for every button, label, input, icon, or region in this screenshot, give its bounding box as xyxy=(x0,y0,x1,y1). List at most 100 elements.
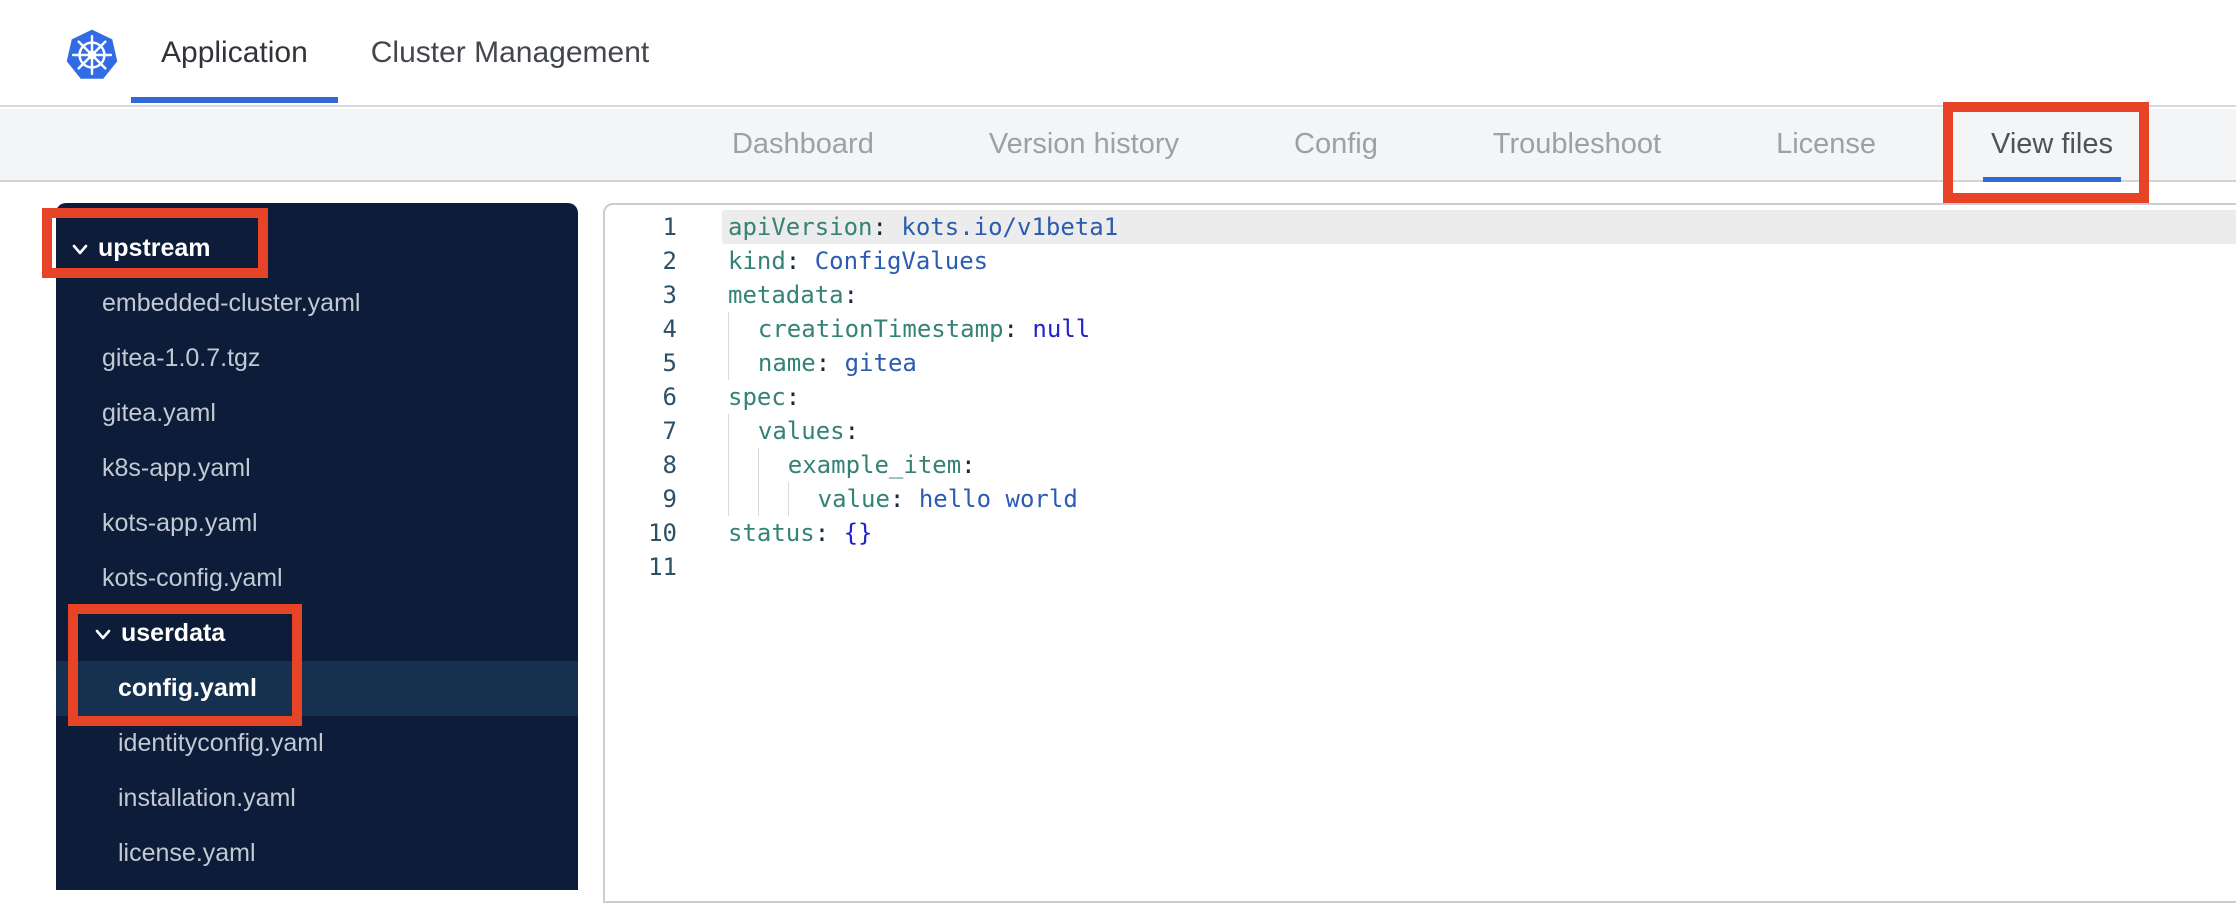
nav-tab-troubleshoot[interactable]: Troubleshoot xyxy=(1493,109,1661,180)
tree-item-label: gitea-1.0.7.tgz xyxy=(102,344,261,372)
topbar-tab-label: Cluster Management xyxy=(370,35,650,69)
token-key: creationTimestamp xyxy=(757,315,1004,343)
code-line-11[interactable]: 11 xyxy=(605,550,2236,584)
token-str: ConfigValues xyxy=(800,247,989,275)
tree-item-label: identityconfig.yaml xyxy=(118,729,324,757)
code-line-content: spec: xyxy=(722,380,2236,414)
chevron-down-icon xyxy=(72,244,88,254)
token-punc: : xyxy=(785,383,801,411)
token-key: kind xyxy=(728,247,786,275)
token-key: status xyxy=(728,519,815,547)
token-str: kots.io/v1beta1 xyxy=(886,213,1119,241)
tree-file-config-yaml[interactable]: config.yaml xyxy=(56,661,578,716)
file-tree-sidebar: upstream embedded-cluster.yaml gitea-1.0.7… xyxy=(56,203,578,890)
indent-guide xyxy=(757,448,788,482)
app-nav-bar: Dashboard Version history Config Troublesho… xyxy=(0,109,2236,182)
line-number: 2 xyxy=(662,247,677,275)
code-line-content: metadata: xyxy=(722,278,2236,312)
line-number: 3 xyxy=(662,281,677,309)
token-str: gitea xyxy=(830,349,917,377)
line-number: 9 xyxy=(662,485,677,513)
code-line-8[interactable]: 8 example_item: xyxy=(605,448,2236,482)
topbar-tab-cluster-management[interactable]: Cluster Management xyxy=(341,0,679,105)
code-line-6[interactable]: 6 spec: xyxy=(605,380,2236,414)
code-line-content: status: {} xyxy=(722,516,2236,550)
tree-folder-userdata[interactable]: userdata xyxy=(56,606,578,661)
code-line-content: apiVersion: kots.io/v1beta1 xyxy=(722,210,2236,244)
token-key: values xyxy=(757,417,845,445)
indent-guide xyxy=(728,448,758,482)
line-number: 1 xyxy=(662,213,677,241)
code-line-content: example_item: xyxy=(722,448,2236,482)
code-line-content xyxy=(722,550,2236,584)
nav-tab-config[interactable]: Config xyxy=(1294,109,1378,180)
tree-file-license-yaml[interactable]: license.yaml xyxy=(56,826,578,881)
tree-item-label: upstream xyxy=(98,234,211,262)
indent-guide xyxy=(757,482,788,516)
tree-file-kots-app-yaml[interactable]: kots-app.yaml xyxy=(56,496,578,551)
nav-tab-version-history[interactable]: Version history xyxy=(989,109,1179,180)
code-line-5[interactable]: 5 name: gitea xyxy=(605,346,2236,380)
token-punc: : xyxy=(1003,315,1018,343)
nav-tab-view-files[interactable]: View files xyxy=(1983,109,2121,182)
token-punc: : xyxy=(815,349,831,377)
code-line-content: kind: ConfigValues xyxy=(722,244,2236,278)
yaml-code-editor[interactable]: 1 apiVersion: kots.io/v1beta1 2 kind: Confi… xyxy=(603,203,2236,903)
topbar-tab-label: Application xyxy=(161,35,308,69)
code-line-4[interactable]: 4 creationTimestamp: null xyxy=(605,312,2236,346)
nav-tab-label: Version history xyxy=(988,128,1180,160)
code-line-3[interactable]: 3 metadata: xyxy=(605,278,2236,312)
token-key: value xyxy=(817,485,890,513)
token-key: spec xyxy=(728,383,786,411)
code-line-1[interactable]: 1 apiVersion: kots.io/v1beta1 xyxy=(605,210,2236,244)
nav-tab-label: Troubleshoot xyxy=(1492,128,1662,160)
tree-item-label: kots-config.yaml xyxy=(102,564,283,592)
code-line-7[interactable]: 7 values: xyxy=(605,414,2236,448)
token-punc: : xyxy=(872,213,887,241)
tree-item-label: userdata xyxy=(121,619,226,647)
token-atom: null xyxy=(1017,315,1091,343)
token-atom: {} xyxy=(829,519,873,547)
code-line-9[interactable]: 9 value: hello world xyxy=(605,482,2236,516)
indent-guide xyxy=(728,346,758,380)
tree-file-gitea-1-0-7-tgz[interactable]: gitea-1.0.7.tgz xyxy=(56,331,578,386)
tree-folder-upstream[interactable]: upstream xyxy=(56,221,578,276)
line-number: 4 xyxy=(662,315,677,343)
top-bar: Application Cluster Management xyxy=(0,0,2236,107)
kubernetes-logo-icon xyxy=(66,29,118,79)
tree-item-label: kots-app.yaml xyxy=(102,509,258,537)
code-line-content: name: gitea xyxy=(722,346,2236,380)
tree-file-gitea-yaml[interactable]: gitea.yaml xyxy=(56,386,578,441)
line-number: 7 xyxy=(662,417,677,445)
tree-item-label: license.yaml xyxy=(118,839,256,867)
tree-file-embedded-cluster-yaml[interactable]: embedded-cluster.yaml xyxy=(56,276,578,331)
indent-guide xyxy=(728,414,758,448)
tree-item-label: gitea.yaml xyxy=(102,399,216,427)
tree-file-identityconfig-yaml[interactable]: identityconfig.yaml xyxy=(56,716,578,771)
code-line-content: value: hello world xyxy=(722,482,2236,516)
code-line-10[interactable]: 10 status: {} xyxy=(605,516,2236,550)
token-punc: : xyxy=(889,485,905,513)
nav-tab-label: License xyxy=(1776,128,1877,160)
indent-guide xyxy=(728,482,758,516)
line-number: 5 xyxy=(662,349,677,377)
nav-tab-label: View files xyxy=(1991,128,2113,160)
tree-item-label: config.yaml xyxy=(118,674,257,702)
token-str: hello world xyxy=(904,485,1078,513)
code-line-2[interactable]: 2 kind: ConfigValues xyxy=(605,244,2236,278)
nav-tab-dashboard[interactable]: Dashboard xyxy=(732,109,874,180)
indent-guide xyxy=(728,312,758,346)
nav-tab-label: Dashboard xyxy=(731,128,874,160)
tree-item-label: k8s-app.yaml xyxy=(102,454,251,482)
indent-guide xyxy=(787,482,818,516)
tree-file-installation-yaml[interactable]: installation.yaml xyxy=(56,771,578,826)
tree-item-label: installation.yaml xyxy=(118,784,296,812)
nav-tab-license[interactable]: License xyxy=(1776,109,1876,180)
token-key: name xyxy=(757,349,816,377)
tree-file-kots-config-yaml[interactable]: kots-config.yaml xyxy=(56,551,578,606)
code-line-content: values: xyxy=(722,414,2236,448)
tree-file-k8s-app-yaml[interactable]: k8s-app.yaml xyxy=(56,441,578,496)
topbar-tab-application[interactable]: Application xyxy=(131,0,338,105)
chevron-down-icon xyxy=(95,629,111,639)
line-number: 10 xyxy=(648,519,677,547)
